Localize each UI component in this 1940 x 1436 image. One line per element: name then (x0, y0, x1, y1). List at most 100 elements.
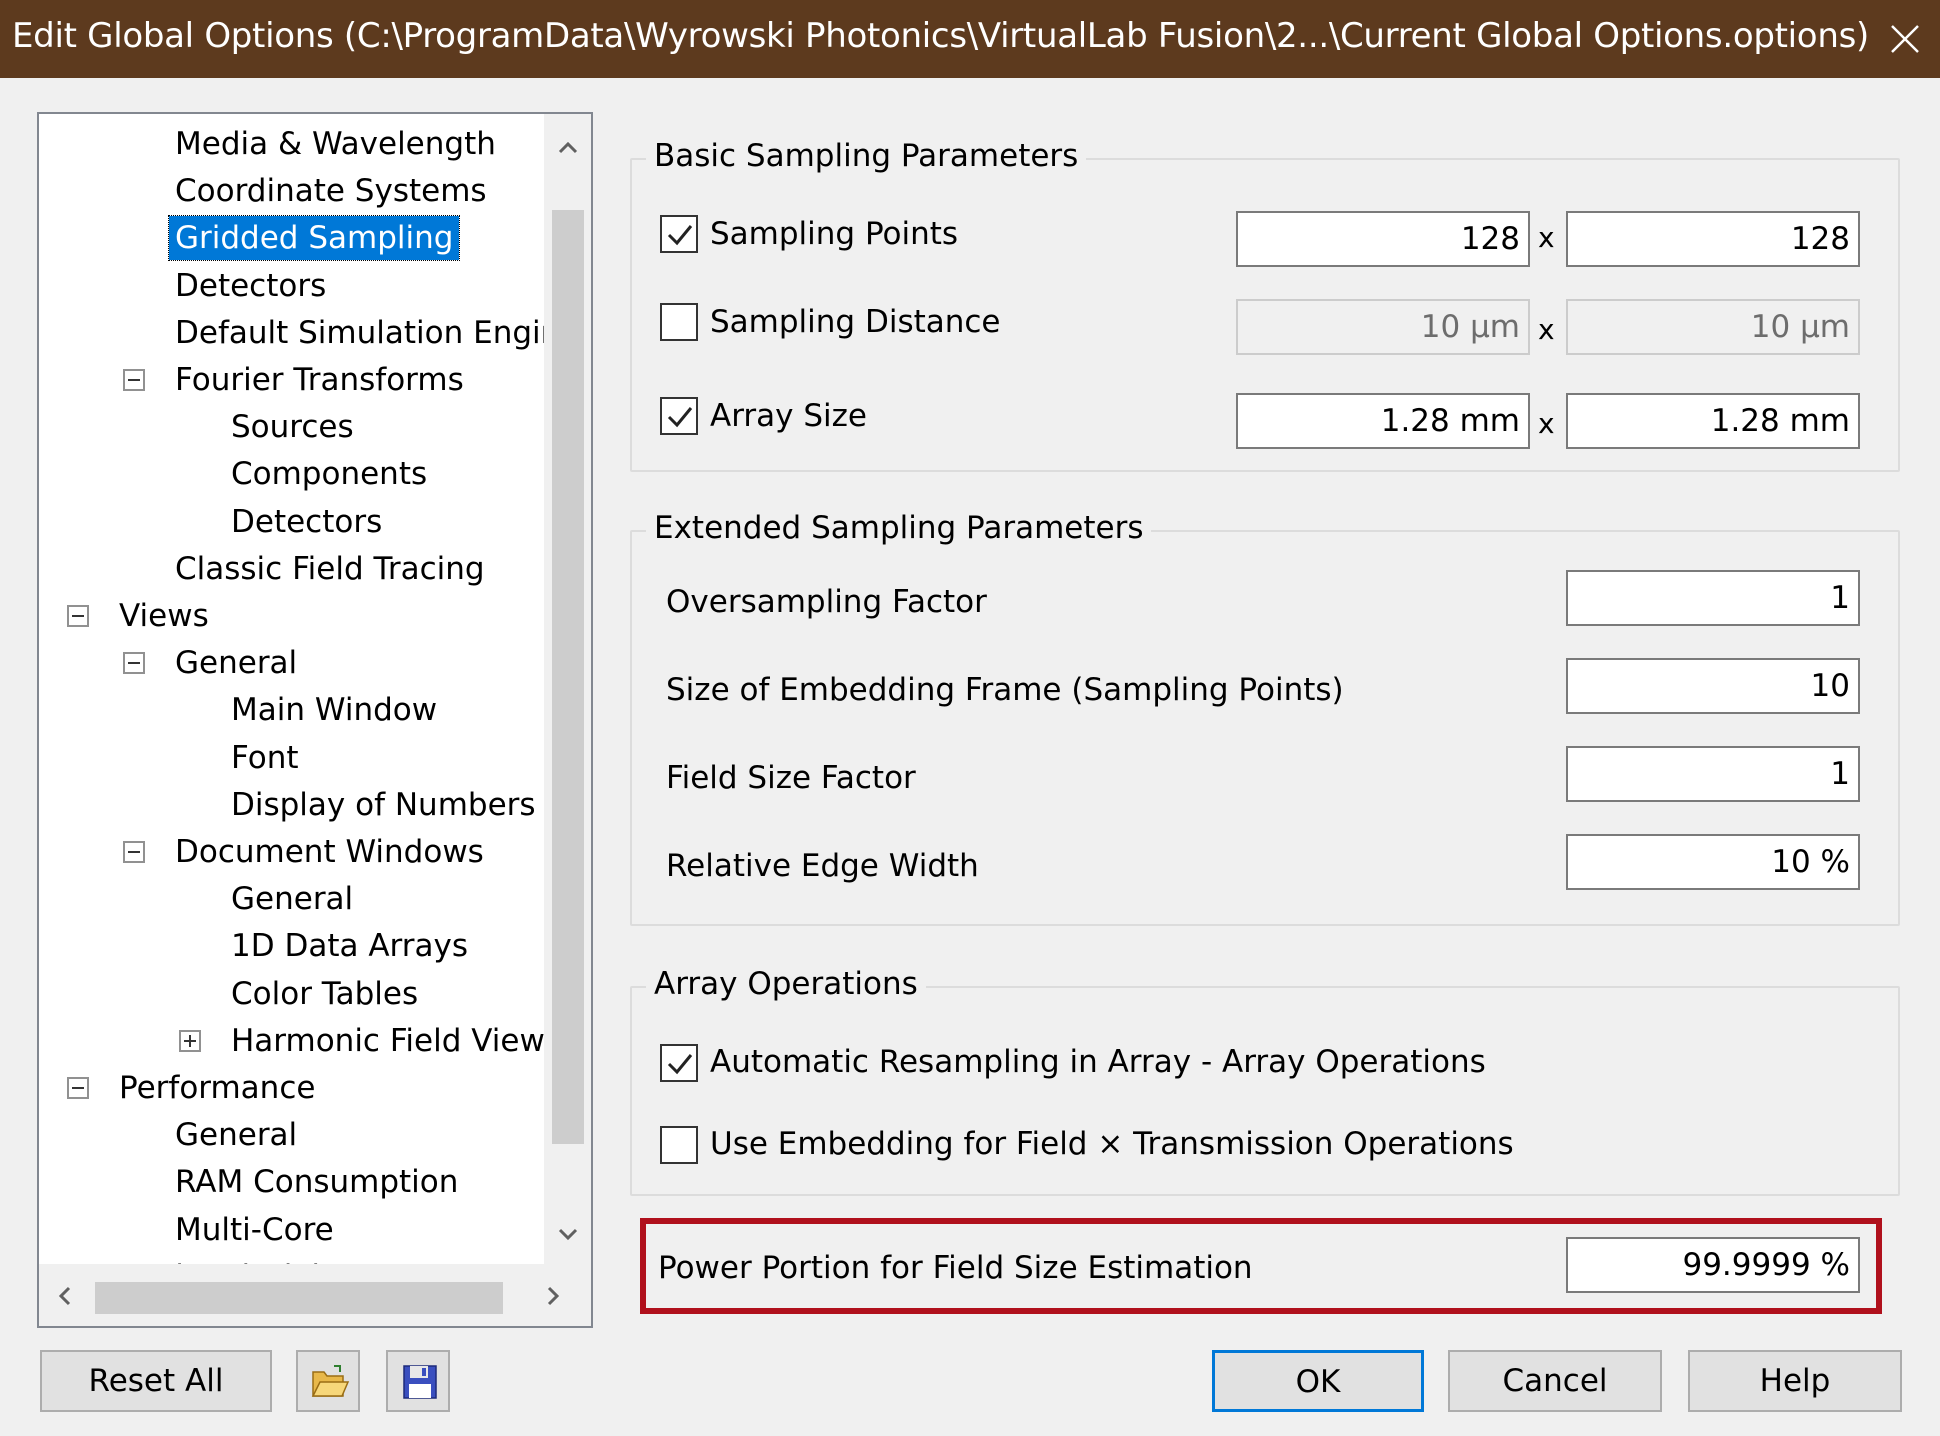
tree-item[interactable]: Color Tables (39, 972, 544, 1016)
times-sign: x (1538, 407, 1555, 440)
tree-item-label: General (231, 881, 354, 918)
power-portion-label: Power Portion for Field Size Estimation (658, 1250, 1253, 1286)
tree-item-label: Detectors (231, 503, 383, 540)
array-operations-title: Array Operations (646, 964, 926, 1004)
help-button[interactable]: Help (1688, 1350, 1902, 1412)
tree-item-label: Components (231, 456, 428, 493)
collapse-icon[interactable] (123, 841, 145, 863)
cancel-button[interactable]: Cancel (1448, 1350, 1662, 1412)
tree-item[interactable]: Media & Wavelength (39, 122, 544, 166)
tree-item-label: Document Windows (175, 834, 484, 870)
window-title: Edit Global Options (C:\ProgramData\Wyro… (12, 16, 1869, 56)
tree-item[interactable]: Coordinate Systems (39, 169, 544, 213)
sampling-points-y-field[interactable]: 128 (1566, 211, 1860, 267)
sampling-points-x-field[interactable]: 128 (1236, 211, 1530, 267)
scroll-left-icon[interactable] (53, 1284, 77, 1308)
tree-item-label: Multi-Core (175, 1211, 334, 1248)
extended-sampling-title: Extended Sampling Parameters (646, 508, 1152, 548)
collapse-icon[interactable] (123, 369, 145, 391)
tree-item-label: 1D Data Arrays (231, 928, 468, 965)
tree-vertical-scrollbar[interactable] (544, 114, 591, 1264)
tree-item[interactable]: RAM Consumption (39, 1160, 544, 1204)
array-operations-group (630, 986, 1900, 1196)
tree-item[interactable]: Harmonic Field View (39, 1019, 544, 1063)
tree-items: Media & Wavelength Coordinate Systems Grid… (39, 114, 544, 1264)
tree-item[interactable]: Components (39, 452, 544, 496)
relative-edge-width-field[interactable]: 10 % (1566, 834, 1860, 890)
tree-item[interactable]: Fourier Transforms (39, 358, 544, 402)
tree-item[interactable]: Multi-Core (39, 1208, 544, 1252)
ok-button[interactable]: OK (1212, 1350, 1424, 1412)
embedding-frame-field[interactable]: 10 (1566, 658, 1860, 714)
tree-horizontal-scroll-thumb[interactable] (95, 1282, 503, 1314)
field-size-factor-field[interactable]: 1 (1566, 746, 1860, 802)
tree-item[interactable]: Font (39, 736, 544, 780)
array-size-label: Array Size (710, 398, 867, 434)
save-icon (403, 1365, 437, 1399)
tree-item-label: Font (231, 739, 299, 776)
scroll-up-icon[interactable] (556, 136, 580, 160)
expand-icon[interactable] (179, 1029, 201, 1052)
tree-item[interactable]: 1D Data Arrays (39, 924, 544, 968)
tree-item[interactable]: Optional Dialogs (39, 1255, 544, 1264)
tree-item[interactable]: Gridded Sampling (39, 215, 544, 262)
times-sign: x (1538, 313, 1555, 346)
tree-item[interactable]: Performance (39, 1066, 544, 1110)
array-size-y-field[interactable]: 1.28 mm (1566, 393, 1860, 449)
tree-item-label: Performance (119, 1070, 316, 1106)
auto-resampling-checkbox[interactable] (660, 1044, 698, 1082)
tree-item-label: Fourier Transforms (175, 362, 464, 398)
tree-item-label: Color Tables (231, 975, 419, 1012)
tree-item-label: Gridded Sampling (167, 215, 461, 262)
tree-item[interactable]: Sources (39, 405, 544, 449)
tree-item-label: Media & Wavelength (175, 126, 496, 162)
scroll-right-icon[interactable] (541, 1284, 565, 1308)
tree-item[interactable]: Display of Numbers (39, 783, 544, 827)
tree-item[interactable]: General (39, 877, 544, 921)
sampling-distance-label: Sampling Distance (710, 304, 1001, 340)
tree-item-label: General (175, 645, 298, 682)
sampling-distance-x-field[interactable]: 10 µm (1236, 299, 1530, 355)
tree-item[interactable]: Views (39, 594, 544, 638)
reset-all-button[interactable]: Reset All (40, 1350, 272, 1412)
tree-item-label: Optional Dialogs (113, 1255, 381, 1264)
folder-open-icon (311, 1365, 350, 1397)
save-button[interactable] (386, 1350, 450, 1412)
collapse-icon[interactable] (67, 1077, 89, 1099)
tree-item[interactable]: Main Window (39, 688, 544, 732)
oversampling-factor-label: Oversampling Factor (666, 584, 987, 620)
tree-item-label: Detectors (175, 267, 327, 304)
use-embedding-label: Use Embedding for Field × Transmission O… (710, 1126, 1514, 1162)
options-tree[interactable]: Media & Wavelength Coordinate Systems Grid… (37, 112, 593, 1328)
collapse-icon[interactable] (123, 652, 145, 675)
oversampling-factor-field[interactable]: 1 (1566, 570, 1860, 626)
tree-item-label: Default Simulation Engir (175, 314, 544, 351)
array-size-x-field[interactable]: 1.28 mm (1236, 393, 1530, 449)
sampling-distance-checkbox[interactable] (660, 303, 698, 341)
tree-item[interactable]: Detectors (39, 500, 544, 544)
checkmark-icon (667, 1054, 693, 1075)
collapse-icon[interactable] (67, 605, 89, 627)
scroll-down-icon[interactable] (556, 1222, 580, 1246)
tree-horizontal-scrollbar[interactable] (39, 1264, 591, 1326)
basic-sampling-title: Basic Sampling Parameters (646, 136, 1087, 176)
sampling-distance-y-field[interactable]: 10 µm (1566, 299, 1860, 355)
times-sign: x (1538, 221, 1555, 254)
close-button[interactable] (1870, 0, 1940, 78)
sampling-points-checkbox[interactable] (660, 215, 698, 253)
tree-vertical-scroll-thumb[interactable] (552, 210, 584, 1144)
title-bar: Edit Global Options (C:\ProgramData\Wyro… (0, 0, 1940, 78)
tree-item[interactable]: General (39, 1113, 544, 1157)
tree-item[interactable]: Document Windows (39, 830, 544, 874)
power-portion-field[interactable]: 99.9999 % (1566, 1237, 1860, 1293)
open-button[interactable] (296, 1350, 360, 1412)
tree-item-label: Coordinate Systems (175, 173, 487, 210)
tree-item[interactable]: General (39, 641, 544, 685)
tree-item[interactable]: Classic Field Tracing (39, 547, 544, 591)
array-size-checkbox[interactable] (660, 397, 698, 435)
checkmark-icon (667, 407, 693, 428)
tree-item[interactable]: Detectors (39, 264, 544, 308)
tree-item[interactable]: Default Simulation Engir (39, 311, 544, 355)
auto-resampling-label: Automatic Resampling in Array - Array Op… (710, 1044, 1486, 1080)
use-embedding-checkbox[interactable] (660, 1126, 698, 1164)
